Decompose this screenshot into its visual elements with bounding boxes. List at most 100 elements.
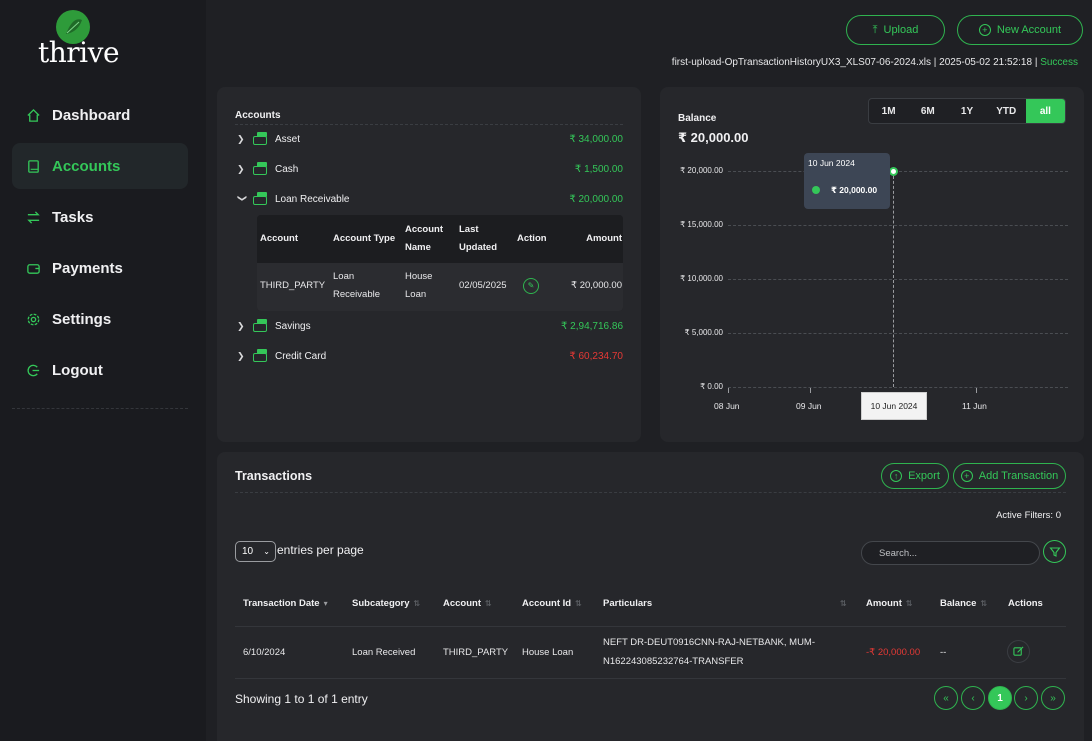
col-balance[interactable]: Balance ⇅ bbox=[940, 598, 987, 609]
chevron-down-icon: ⌄ bbox=[263, 547, 270, 556]
last-page-button[interactable]: » bbox=[1041, 686, 1065, 710]
upload-status-bar: first-upload-OpTransactionHistoryUX3_XLS… bbox=[671, 57, 1078, 68]
page-size-select[interactable]: 10 ⌄ bbox=[235, 541, 276, 562]
x-tick-mark bbox=[728, 388, 729, 393]
next-page-button[interactable]: › bbox=[1014, 686, 1038, 710]
chevron-right-icon[interactable]: ❯ bbox=[237, 351, 249, 362]
sidebar-item-payments[interactable]: Payments bbox=[12, 245, 188, 291]
upload-circle-icon: ↑ bbox=[890, 470, 903, 482]
range-all-button[interactable]: all bbox=[1025, 99, 1065, 123]
showing-entries: Showing 1 to 1 of 1 entry bbox=[235, 692, 368, 706]
edit-transaction-button[interactable] bbox=[1007, 640, 1030, 663]
sidebar: thrive Dashboard Accounts Tasks Payments bbox=[0, 0, 206, 741]
series-dot-icon bbox=[812, 186, 820, 194]
transactions-title: Transactions bbox=[235, 469, 313, 483]
col-particulars[interactable]: Particulars bbox=[603, 598, 652, 609]
range-6m-button[interactable]: 6M bbox=[908, 99, 947, 123]
sidebar-item-label: Settings bbox=[52, 310, 112, 328]
wallet-icon bbox=[251, 349, 269, 363]
col-subcategory[interactable]: Subcategory ⇅ bbox=[352, 598, 420, 609]
col-account[interactable]: Account ⇅ bbox=[443, 598, 492, 609]
edit-icon[interactable]: ✎ bbox=[523, 278, 539, 294]
x-tick-label: 08 Jun bbox=[714, 401, 740, 411]
accounts-card: Accounts ❯ Asset ₹ 34,000.00 ❯ Cash ₹ 1,… bbox=[217, 87, 641, 442]
sidebar-item-tasks[interactable]: Tasks bbox=[12, 194, 188, 240]
account-row-loan-receivable[interactable]: ❯ Loan Receivable ₹ 20,000.00 bbox=[237, 189, 623, 209]
table-row-divider bbox=[235, 678, 1066, 679]
sidebar-item-logout[interactable]: Logout bbox=[12, 347, 188, 393]
chart-tooltip: 10 Jun 2024 ₹ 20,000.00 bbox=[804, 153, 890, 209]
export-button[interactable]: ↑ Export bbox=[881, 463, 949, 489]
sidebar-item-label: Tasks bbox=[52, 208, 94, 226]
entries-label: entries per page bbox=[277, 543, 364, 557]
app-logo[interactable]: thrive bbox=[36, 10, 120, 70]
sidebar-item-label: Logout bbox=[52, 361, 103, 379]
col-amount[interactable]: Amount ⇅ bbox=[866, 598, 913, 609]
balance-title: Balance bbox=[678, 113, 717, 124]
tooltip-value: ₹ 20,000.00 bbox=[831, 185, 878, 195]
status-badge: Success bbox=[1040, 57, 1078, 68]
divider bbox=[235, 124, 623, 125]
wallet-icon bbox=[251, 162, 269, 176]
sidebar-item-label: Payments bbox=[52, 259, 123, 277]
logo-text: thrive bbox=[38, 36, 120, 69]
chevron-right-icon[interactable]: ❯ bbox=[237, 321, 249, 332]
account-row-asset[interactable]: ❯ Asset ₹ 34,000.00 bbox=[237, 129, 623, 149]
chevron-right-icon[interactable]: ❯ bbox=[237, 134, 249, 145]
search-input[interactable]: Search... bbox=[861, 541, 1040, 565]
add-transaction-button[interactable]: + Add Transaction bbox=[953, 463, 1066, 489]
chevron-right-icon[interactable]: ❯ bbox=[237, 164, 249, 175]
col-account-id[interactable]: Account Id ⇅ bbox=[522, 598, 582, 609]
range-ytd-button[interactable]: YTD bbox=[987, 99, 1026, 123]
sidebar-nav: Dashboard Accounts Tasks Payments Settin… bbox=[12, 92, 188, 398]
prev-page-button[interactable]: ‹ bbox=[961, 686, 985, 710]
sidebar-item-dashboard[interactable]: Dashboard bbox=[12, 92, 188, 138]
y-tick-label: ₹ 5,000.00 bbox=[684, 328, 723, 337]
y-tick-label: ₹ 20,000.00 bbox=[680, 166, 723, 175]
gear-icon bbox=[25, 311, 41, 327]
filter-button[interactable] bbox=[1043, 540, 1066, 563]
balance-card: Balance ₹ 20,000.00 1M 6M 1Y YTD all ₹ 0… bbox=[660, 87, 1084, 442]
grid-line bbox=[728, 333, 1068, 334]
sidebar-divider bbox=[12, 408, 188, 409]
file-time: 2025-05-02 21:52:18 bbox=[939, 57, 1033, 68]
account-row-cash[interactable]: ❯ Cash ₹ 1,500.00 bbox=[237, 159, 623, 179]
file-name: first-upload-OpTransactionHistoryUX3_XLS… bbox=[671, 57, 931, 68]
sidebar-item-settings[interactable]: Settings bbox=[12, 296, 188, 342]
sidebar-item-label: Dashboard bbox=[52, 106, 131, 124]
x-tick-mark bbox=[810, 388, 811, 393]
sort-icon[interactable]: ⇅ bbox=[840, 598, 847, 609]
accounts-title: Accounts bbox=[235, 110, 281, 121]
grid-line bbox=[728, 225, 1068, 226]
data-point[interactable] bbox=[889, 167, 898, 176]
upload-icon: ⤒ bbox=[872, 23, 878, 36]
range-1m-button[interactable]: 1M bbox=[869, 99, 908, 123]
grid-line bbox=[728, 171, 1068, 172]
loan-sub-table: Account Account Type Account Name Last U… bbox=[257, 215, 623, 311]
home-icon bbox=[25, 107, 41, 123]
sort-icon: ⇅ bbox=[485, 599, 492, 608]
plus-circle-icon: + bbox=[978, 24, 991, 36]
sort-icon: ⇅ bbox=[575, 599, 582, 608]
page-1-button[interactable]: 1 bbox=[988, 686, 1012, 710]
upload-button[interactable]: ⤒ Upload bbox=[846, 15, 945, 45]
account-row-credit-card[interactable]: ❯ Credit Card ₹ 60,234.70 bbox=[237, 346, 623, 366]
account-row-savings[interactable]: ❯ Savings ₹ 2,94,716.86 bbox=[237, 316, 623, 336]
edit-icon bbox=[1013, 646, 1024, 656]
col-transaction-date[interactable]: Transaction Date ▾ bbox=[243, 598, 328, 609]
wallet-icon bbox=[251, 132, 269, 146]
sort-icon: ⇅ bbox=[980, 599, 988, 608]
book-icon bbox=[25, 158, 41, 174]
new-account-button[interactable]: + New Account bbox=[957, 15, 1083, 45]
x-tick-label: 11 Jun bbox=[962, 401, 987, 411]
sub-table-header: Account Account Type Account Name Last U… bbox=[257, 215, 623, 263]
y-tick-label: ₹ 0.00 bbox=[700, 382, 723, 391]
grid-line bbox=[728, 279, 1068, 280]
chevron-down-icon[interactable]: ❯ bbox=[237, 194, 248, 204]
first-page-button[interactable]: « bbox=[934, 686, 958, 710]
sort-icon: ⇅ bbox=[413, 599, 421, 608]
table-header-divider bbox=[235, 626, 1066, 627]
sidebar-item-label: Accounts bbox=[52, 157, 121, 175]
range-1y-button[interactable]: 1Y bbox=[947, 99, 986, 123]
sidebar-item-accounts[interactable]: Accounts bbox=[12, 143, 188, 189]
